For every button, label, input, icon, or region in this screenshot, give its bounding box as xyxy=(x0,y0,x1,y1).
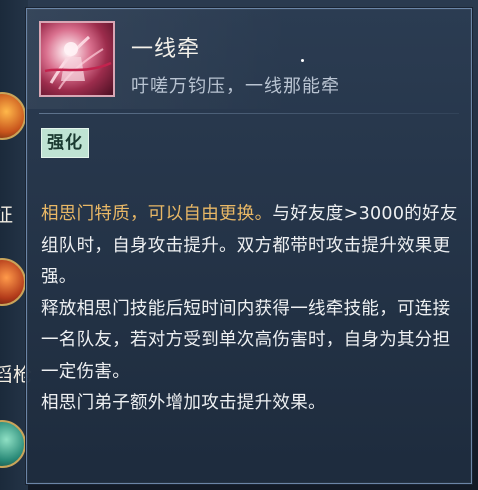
sparkle-decoration xyxy=(301,59,304,62)
skill-list-strip: 征 舀枪 xyxy=(0,0,32,490)
flame-warrior-icon[interactable] xyxy=(0,92,26,140)
jade-wind-icon[interactable] xyxy=(0,420,26,468)
game-screen: 征 舀枪 一线牵 吁嗟万钧压，一线那能牵 强化 相思门特质，可以自由更换。与好友 xyxy=(0,0,478,490)
description-paragraph-3: 相思门弟子额外增加攻击提升效果。 xyxy=(41,388,465,420)
side-skill-label-1: 征 xyxy=(0,204,14,226)
divider xyxy=(39,113,459,114)
enhance-badge: 强化 xyxy=(41,128,89,158)
fire-spear-icon[interactable] xyxy=(0,258,26,306)
skill-subtitle: 吁嗟万钧压，一线那能牵 xyxy=(131,76,340,97)
skill-description: 相思门特质，可以自由更换。与好友度>3000的好友组队时，自身攻击提升。双方都带… xyxy=(41,199,465,420)
red-thread-figure-icon xyxy=(39,21,115,97)
description-text-3: 相思门弟子额外增加攻击提升效果。 xyxy=(41,393,326,413)
skill-tooltip-panel: 一线牵 吁嗟万钧压，一线那能牵 强化 相思门特质，可以自由更换。与好友度>300… xyxy=(26,8,472,484)
skill-title: 一线牵 xyxy=(131,37,201,62)
skill-header: 一线牵 吁嗟万钧压，一线那能牵 xyxy=(27,9,471,109)
description-text-2: 释放相思门技能后短时间内获得一线牵技能，可连接一名队友，若对方受到单次高伤害时，… xyxy=(41,298,451,382)
description-paragraph-1: 相思门特质，可以自由更换。与好友度>3000的好友组队时，自身攻击提升。双方都带… xyxy=(41,199,465,294)
description-paragraph-2: 释放相思门技能后短时间内获得一线牵技能，可连接一名队友，若对方受到单次高伤害时，… xyxy=(41,294,465,389)
trait-highlight: 相思门特质，可以自由更换。 xyxy=(41,204,273,224)
